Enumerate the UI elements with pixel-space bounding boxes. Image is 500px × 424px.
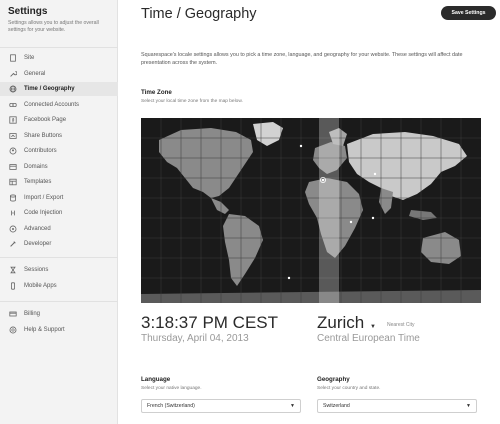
world-map-graphic bbox=[141, 118, 481, 303]
sidebar-item-time-geography[interactable]: Time / Geography bbox=[0, 82, 118, 96]
wrench-icon bbox=[8, 69, 17, 78]
timezone-map[interactable] bbox=[141, 118, 481, 303]
nearest-city-label: Nearest City bbox=[387, 322, 415, 328]
sidebar-item-advanced[interactable]: Advanced bbox=[0, 222, 118, 236]
sidebar-item-mobile-apps[interactable]: Mobile Apps bbox=[0, 279, 118, 293]
language-select[interactable]: French (Switzerland) ▼ bbox=[141, 399, 301, 413]
code-icon bbox=[8, 209, 17, 218]
sidebar-item-label: Facebook Page bbox=[24, 117, 67, 123]
hourglass-icon bbox=[8, 266, 17, 275]
sidebar-item-label: Templates bbox=[24, 179, 52, 185]
selected-timezone-band bbox=[319, 118, 339, 303]
main-content: Time / Geography Save Settings Squarespa… bbox=[119, 0, 500, 424]
sidebar-item-site[interactable]: Site bbox=[0, 51, 118, 65]
domains-icon bbox=[8, 162, 17, 171]
sidebar-item-label: Advanced bbox=[24, 225, 51, 232]
settings-sidebar: Settings Settings allows you to adjust t… bbox=[0, 0, 118, 424]
sidebar-item-label: Mobile Apps bbox=[24, 282, 57, 289]
chevron-down-icon: ▼ bbox=[290, 403, 295, 409]
sidebar-item-share-buttons[interactable]: Share Buttons bbox=[0, 129, 118, 143]
geography-select[interactable]: Switzerland ▼ bbox=[317, 399, 477, 413]
mobile-icon bbox=[8, 281, 17, 290]
intro-text: Squarespace's locale settings allows you… bbox=[141, 52, 463, 66]
save-settings-button[interactable]: Save Settings bbox=[441, 6, 496, 20]
tools-icon bbox=[8, 240, 17, 249]
current-time: 3:18:37 PM CEST bbox=[141, 313, 279, 332]
card-icon bbox=[8, 310, 17, 319]
sidebar-item-code-injection[interactable]: Code Injection bbox=[0, 206, 118, 220]
sidebar-item-label: Code Injection bbox=[24, 210, 63, 216]
sidebar-divider bbox=[0, 301, 118, 302]
sidebar-description: Settings allows you to adjust the overal… bbox=[8, 20, 99, 33]
sidebar-item-developer[interactable]: Developer bbox=[0, 237, 118, 251]
city-selector[interactable]: Zurich bbox=[317, 313, 364, 333]
sidebar-item-label: Contributors bbox=[24, 148, 57, 154]
sidebar-item-label: Connected Accounts bbox=[24, 101, 80, 108]
sidebar-item-connected-accounts[interactable]: Connected Accounts bbox=[0, 98, 118, 112]
geography-subtitle: Select your country and state. bbox=[317, 386, 381, 391]
sidebar-item-label: Share Buttons bbox=[24, 132, 63, 139]
sidebar-title: Settings bbox=[8, 6, 48, 17]
sidebar-item-help-support[interactable]: Help & Support bbox=[0, 323, 118, 337]
sidebar-item-label: General bbox=[24, 70, 46, 77]
sidebar-item-label: Help & Support bbox=[24, 326, 65, 333]
link-icon bbox=[8, 100, 17, 109]
timezone-name: Central European Time bbox=[317, 333, 420, 344]
timezone-subtitle: Select your local time zone from the map… bbox=[141, 99, 243, 104]
sidebar-item-sessions[interactable]: Sessions bbox=[0, 263, 118, 277]
sidebar-item-domains[interactable]: Domains bbox=[0, 160, 118, 174]
geography-title: Geography bbox=[317, 376, 350, 383]
sidebar-item-label: Time / Geography bbox=[24, 86, 75, 92]
globe-icon bbox=[8, 85, 17, 94]
sidebar-divider bbox=[0, 257, 118, 258]
help-icon bbox=[8, 325, 17, 334]
advanced-icon bbox=[8, 224, 17, 233]
sidebar-item-contributors[interactable]: Contributors bbox=[0, 144, 118, 158]
language-subtitle: Select your native language. bbox=[141, 386, 202, 391]
chevron-down-icon[interactable]: ▼ bbox=[370, 324, 376, 330]
share-icon bbox=[8, 131, 17, 140]
person-icon bbox=[8, 147, 17, 156]
sidebar-item-templates[interactable]: Templates bbox=[0, 175, 118, 189]
sidebar-item-label: Sessions bbox=[24, 267, 49, 273]
sidebar-item-label: Developer bbox=[24, 241, 52, 247]
sidebar-item-general[interactable]: General bbox=[0, 67, 118, 81]
page-title: Time / Geography bbox=[141, 6, 257, 22]
current-date: Thursday, April 04, 2013 bbox=[141, 333, 249, 344]
geography-select-value: Switzerland bbox=[323, 403, 350, 409]
facebook-icon bbox=[8, 116, 17, 125]
sidebar-item-import-export[interactable]: Import / Export bbox=[0, 191, 118, 205]
database-icon bbox=[8, 193, 17, 202]
timezone-title: Time Zone bbox=[141, 89, 172, 96]
chevron-down-icon: ▼ bbox=[466, 403, 471, 409]
sidebar-item-label: Billing bbox=[24, 311, 41, 317]
document-icon bbox=[8, 54, 17, 63]
sidebar-divider bbox=[0, 47, 118, 48]
sidebar-item-billing[interactable]: Billing bbox=[0, 307, 118, 321]
template-icon bbox=[8, 178, 17, 187]
sidebar-item-label: Import / Export bbox=[24, 194, 64, 201]
sidebar-item-label: Site bbox=[24, 55, 35, 61]
language-title: Language bbox=[141, 376, 171, 383]
language-select-value: French (Switzerland) bbox=[147, 403, 195, 409]
sidebar-item-facebook-page[interactable]: Facebook Page bbox=[0, 113, 118, 127]
sidebar-item-label: Domains bbox=[24, 163, 48, 170]
